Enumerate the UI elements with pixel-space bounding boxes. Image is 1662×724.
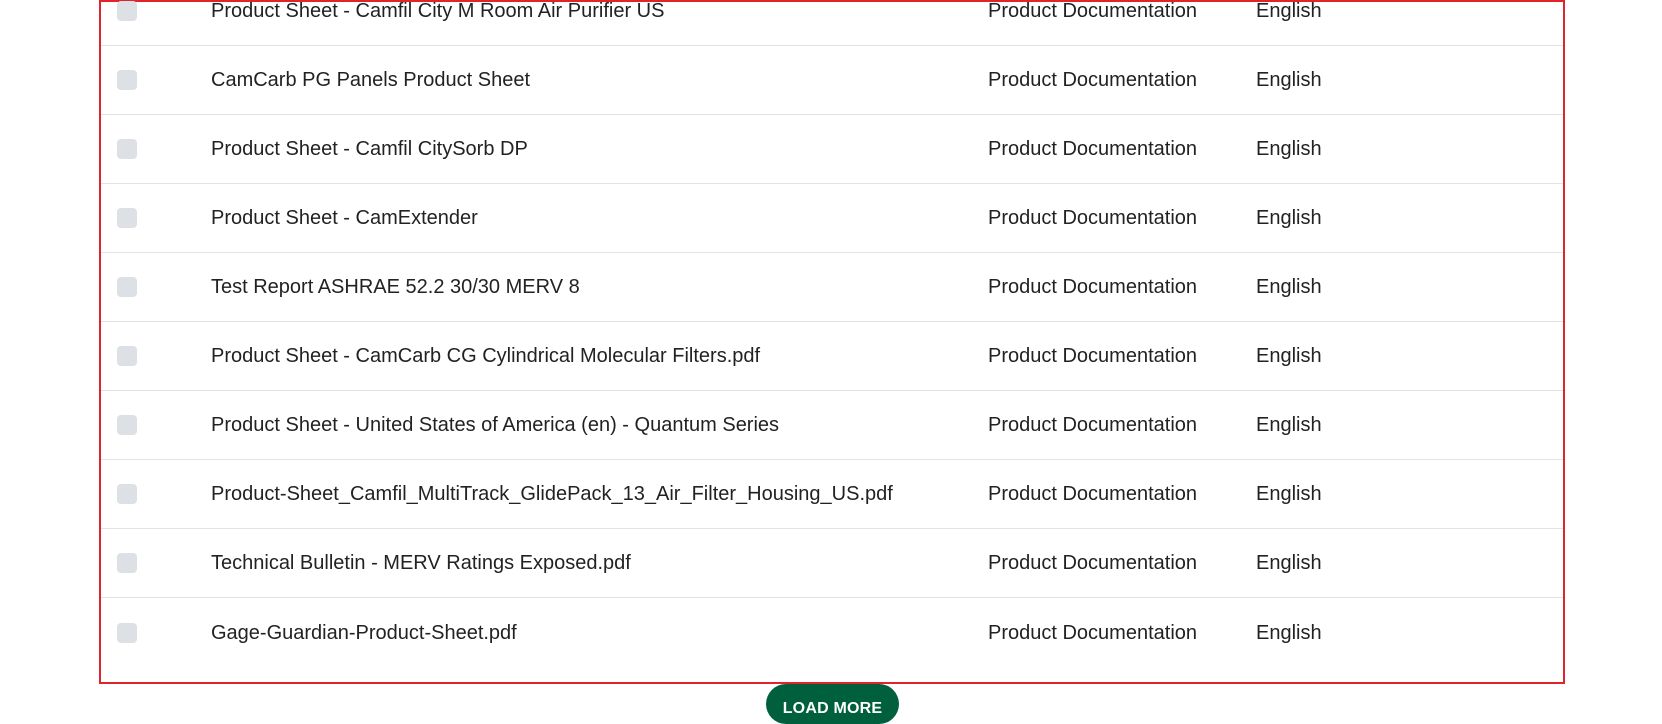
- document-title[interactable]: Gage-Guardian-Product-Sheet.pdf: [211, 621, 517, 645]
- load-more-button[interactable]: LOAD MORE: [766, 684, 899, 724]
- document-language: English: [1256, 276, 1322, 298]
- document-language: English: [1256, 345, 1322, 367]
- table-row: Product Sheet - United States of America…: [101, 391, 1563, 460]
- document-type: Product Documentation: [988, 69, 1198, 91]
- document-title[interactable]: Product-Sheet_Camfil_MultiTrack_GlidePac…: [211, 482, 893, 506]
- document-type: Product Documentation: [988, 138, 1198, 160]
- row-checkbox[interactable]: [117, 1, 137, 21]
- row-checkbox[interactable]: [117, 553, 137, 573]
- document-type: Product Documentation: [988, 207, 1198, 229]
- document-title[interactable]: Technical Bulletin - MERV Ratings Expose…: [211, 551, 631, 575]
- document-title[interactable]: Product Sheet - United States of America…: [211, 413, 779, 437]
- table-row: Product Sheet - Camfil City M Room Air P…: [101, 0, 1563, 46]
- table-row: CamCarb PG Panels Product Sheet Product …: [101, 46, 1563, 115]
- document-type: Product Documentation: [988, 0, 1198, 22]
- document-language: English: [1256, 483, 1322, 505]
- document-type: Product Documentation: [988, 621, 1198, 644]
- row-checkbox[interactable]: [117, 484, 137, 504]
- row-checkbox[interactable]: [117, 415, 137, 435]
- document-title[interactable]: Test Report ASHRAE 52.2 30/30 MERV 8: [211, 275, 580, 299]
- document-title[interactable]: Product Sheet - Camfil City M Room Air P…: [211, 0, 664, 23]
- table-row: Product-Sheet_Camfil_MultiTrack_GlidePac…: [101, 460, 1563, 529]
- document-language: English: [1256, 69, 1322, 91]
- row-checkbox[interactable]: [117, 346, 137, 366]
- document-type: Product Documentation: [988, 276, 1198, 298]
- document-type: Product Documentation: [988, 483, 1198, 505]
- row-checkbox[interactable]: [117, 277, 137, 297]
- document-title[interactable]: Product Sheet - Camfil CitySorb DP: [211, 137, 528, 161]
- table-row: Product Sheet - CamExtender Product Docu…: [101, 184, 1563, 253]
- document-title[interactable]: CamCarb PG Panels Product Sheet: [211, 68, 530, 92]
- document-language: English: [1256, 621, 1322, 644]
- table-row: Gage-Guardian-Product-Sheet.pdf Product …: [101, 598, 1563, 667]
- document-language: English: [1256, 0, 1322, 22]
- row-checkbox[interactable]: [117, 208, 137, 228]
- table-row: Product Sheet - Camfil CitySorb DP Produ…: [101, 115, 1563, 184]
- row-checkbox[interactable]: [117, 622, 137, 643]
- document-language: English: [1256, 138, 1322, 160]
- document-language: English: [1256, 414, 1322, 436]
- document-table: Product Sheet - Camfil City M Room Air P…: [99, 0, 1565, 684]
- document-type: Product Documentation: [988, 552, 1198, 574]
- row-checkbox[interactable]: [117, 70, 137, 90]
- table-row: Product Sheet - CamCarb CG Cylindrical M…: [101, 322, 1563, 391]
- document-type: Product Documentation: [988, 414, 1198, 436]
- document-type: Product Documentation: [988, 345, 1198, 367]
- document-title[interactable]: Product Sheet - CamCarb CG Cylindrical M…: [211, 344, 760, 368]
- table-row: Test Report ASHRAE 52.2 30/30 MERV 8 Pro…: [101, 253, 1563, 322]
- document-title[interactable]: Product Sheet - CamExtender: [211, 206, 478, 230]
- row-checkbox[interactable]: [117, 139, 137, 159]
- table-row: Technical Bulletin - MERV Ratings Expose…: [101, 529, 1563, 598]
- document-language: English: [1256, 207, 1322, 229]
- document-language: English: [1256, 552, 1322, 574]
